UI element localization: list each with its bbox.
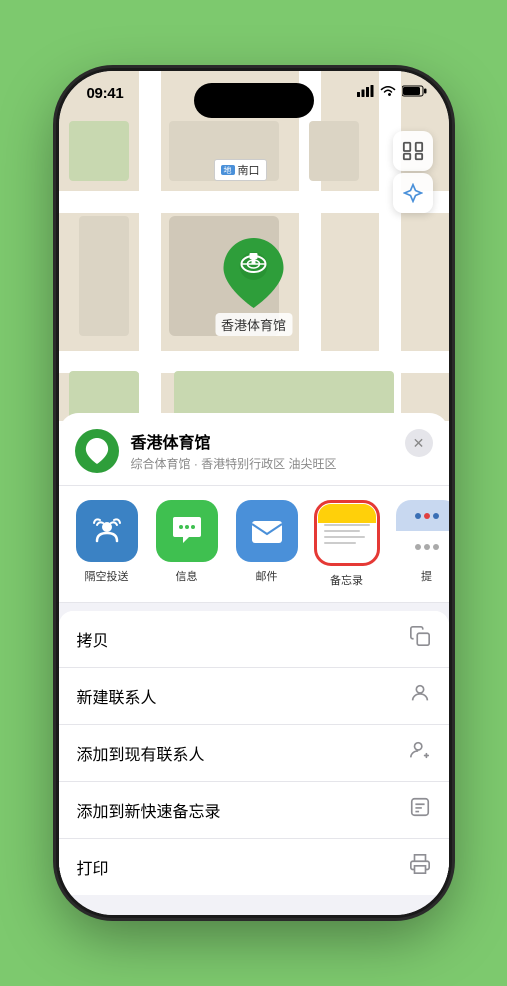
marker-pin-svg [223, 238, 283, 308]
quick-note-icon [409, 796, 431, 824]
action-new-contact[interactable]: 新建联系人 [59, 668, 449, 725]
action-quick-note-label: 添加到新快速备忘录 [77, 798, 221, 822]
mail-icon [248, 512, 286, 550]
more-label: 提 [421, 568, 432, 584]
battery-icon [402, 85, 427, 97]
messages-icon-wrap [156, 500, 218, 562]
marker-label: 香港体育馆 [215, 313, 292, 336]
location-button[interactable] [393, 173, 433, 213]
status-icons [357, 85, 427, 97]
map-entrance-label: 地 南口 [214, 159, 267, 181]
close-button[interactable]: ✕ [405, 429, 433, 457]
mail-label: 邮件 [256, 568, 278, 584]
location-card-info: 香港体育馆 综合体育馆 · 香港特别行政区 油尖旺区 [131, 429, 393, 472]
signal-icon [357, 85, 374, 97]
map-type-button[interactable] [393, 131, 433, 171]
action-copy-label: 拷贝 [77, 627, 109, 651]
close-icon: ✕ [413, 435, 425, 452]
action-print-label: 打印 [77, 855, 109, 879]
share-item-more[interactable]: 提 [395, 500, 449, 588]
location-marker: 香港体育馆 [215, 241, 292, 336]
airdrop-icon [89, 513, 125, 549]
airdrop-icon-wrap [76, 500, 138, 562]
location-subtitle: 综合体育馆 · 香港特别行政区 油尖旺区 [131, 455, 393, 472]
status-time: 09:41 [87, 85, 124, 102]
share-item-notes[interactable]: 备忘录 [315, 500, 379, 588]
phone-frame: 09:41 [59, 71, 449, 915]
location-card-icon [75, 429, 119, 473]
notes-selection-border [314, 500, 380, 566]
map-label-text: 南口 [238, 162, 260, 178]
action-add-existing[interactable]: 添加到现有联系人 [59, 725, 449, 782]
share-row: 隔空投送 信息 [59, 486, 449, 603]
messages-label: 信息 [176, 568, 198, 584]
action-list: 拷贝 新建联系人 添 [59, 611, 449, 895]
map-block [309, 121, 359, 181]
action-copy[interactable]: 拷贝 [59, 611, 449, 668]
notes-label: 备忘录 [330, 572, 363, 588]
more-icon-wrap [396, 500, 449, 562]
action-quick-note[interactable]: 添加到新快速备忘录 [59, 782, 449, 839]
share-item-mail[interactable]: 邮件 [235, 500, 299, 588]
action-print[interactable]: 打印 [59, 839, 449, 895]
map-controls [393, 131, 433, 213]
print-icon [409, 853, 431, 881]
action-add-existing-label: 添加到现有联系人 [77, 741, 205, 765]
dynamic-island [194, 83, 314, 118]
add-existing-icon [409, 739, 431, 767]
share-item-airdrop[interactable]: 隔空投送 [75, 500, 139, 588]
wifi-icon [380, 85, 396, 97]
notes-icon-wrap [318, 504, 376, 562]
map-label-icon: 地 [221, 165, 235, 175]
copy-icon [409, 625, 431, 653]
bottom-sheet: 香港体育馆 综合体育馆 · 香港特别行政区 油尖旺区 ✕ [59, 413, 449, 915]
share-item-messages[interactable]: 信息 [155, 500, 219, 588]
notes-lines [324, 524, 370, 544]
action-new-contact-label: 新建联系人 [77, 684, 157, 708]
map-green-block [69, 121, 129, 181]
location-card: 香港体育馆 综合体育馆 · 香港特别行政区 油尖旺区 ✕ [59, 413, 449, 486]
map-block [79, 216, 129, 336]
location-name: 香港体育馆 [131, 429, 393, 453]
mail-icon-wrap [236, 500, 298, 562]
new-contact-icon [409, 682, 431, 710]
airdrop-label: 隔空投送 [85, 568, 129, 584]
messages-icon [169, 513, 205, 549]
